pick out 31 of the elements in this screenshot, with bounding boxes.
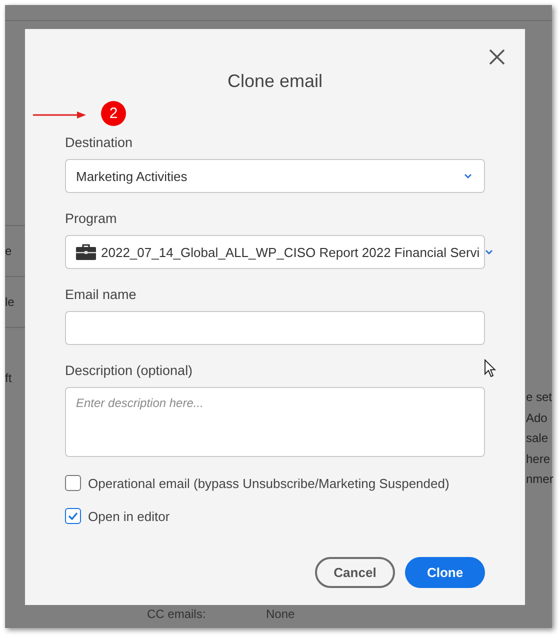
chevron-icon [464,173,472,179]
dialog-title: Clone email [226,70,324,92]
dropdown-field[interactable]: Marketing Activities [65,159,485,193]
briefcase-icon [76,244,96,260]
detail-value: None [266,607,295,622]
table-cell: le [5,295,14,309]
arrow-annotation [33,111,87,119]
cancel-button[interactable]: Cancel [315,557,395,588]
input-field[interactable] [65,311,485,345]
checkbox-label: Open in editor [88,508,170,524]
checkbox-label: Operational email (bypass Unsubscribe/Marketing Suspended) [88,476,450,490]
detail-label: CC emails: [147,607,207,622]
field-label: Email name [65,286,136,304]
table-cell: e [5,244,12,258]
text-area[interactable]: Enter description here... [65,387,485,457]
field-label: Description (optional) [65,362,193,380]
checkmark-icon [68,512,78,520]
text-fragment: sale [526,431,548,447]
checkbox[interactable] [65,475,81,491]
close-icon[interactable] [489,49,505,65]
table-cell: ft [5,371,12,385]
text-fragment: here [526,452,550,468]
field-label: Program [65,210,117,228]
field-label: Destination [65,134,133,152]
checkbox[interactable] [65,508,81,524]
cursor-icon [484,359,496,378]
clone-button[interactable]: Clone [405,557,485,588]
text-fragment: e set [526,390,552,406]
chevron-icon [484,249,493,255]
text-fragment: nmer [526,472,554,488]
text-fragment: Ado [526,410,548,426]
